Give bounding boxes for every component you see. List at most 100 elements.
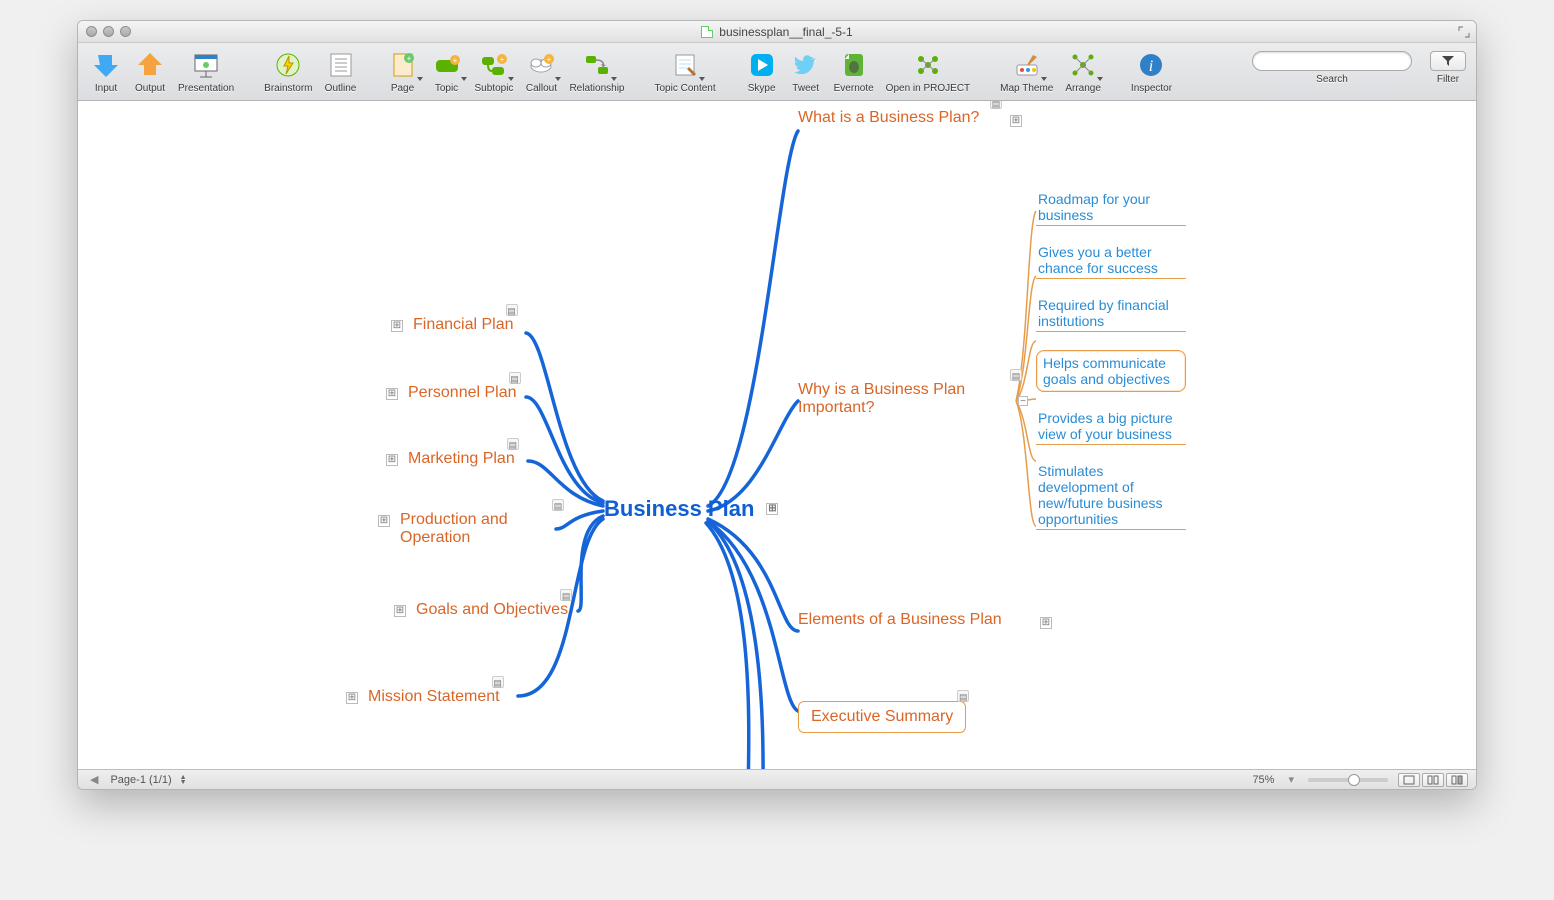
arrow-out-icon — [134, 49, 166, 81]
toolbar-page-button[interactable]: +Page — [383, 47, 423, 96]
expand-icon[interactable]: ⊞ — [1010, 115, 1022, 127]
evernote-icon — [838, 49, 870, 81]
bolt-icon — [272, 49, 304, 81]
toolbar-callout-label: Callout — [526, 83, 557, 94]
topic-node[interactable]: Marketing Plan▤⊞ — [408, 450, 515, 468]
toolbar-topic-button[interactable]: +Topic — [427, 47, 467, 96]
presentation-icon — [190, 49, 222, 81]
page-stepper[interactable]: ▲▼ — [180, 775, 187, 785]
topic-node[interactable]: Production and Operation▤⊞ — [400, 511, 560, 547]
note-badge-icon[interactable]: ▤ — [506, 304, 518, 316]
toolbar-outline-label: Outline — [325, 83, 357, 94]
expand-icon[interactable]: ⊞ — [766, 503, 778, 515]
view-mode-map-button[interactable] — [1398, 773, 1420, 787]
palette-icon — [1011, 49, 1043, 81]
toolbar-evernote-label: Evernote — [834, 83, 874, 94]
mindmap-connectors — [78, 101, 1476, 769]
expand-icon[interactable]: ⊞ — [386, 454, 398, 466]
prev-page-button[interactable]: ◀ — [86, 773, 102, 786]
minimize-window-button[interactable] — [103, 26, 114, 37]
toolbar-map-theme-button[interactable]: Map Theme — [996, 47, 1057, 96]
enter-fullscreen-button[interactable] — [1458, 25, 1470, 37]
view-mode-split-button[interactable] — [1422, 773, 1444, 787]
toolbar-outline-button[interactable]: Outline — [321, 47, 361, 96]
toolbar-inspector-label: Inspector — [1131, 83, 1172, 94]
search-input[interactable] — [1263, 55, 1405, 67]
filter-label: Filter — [1437, 74, 1459, 85]
note-badge-icon[interactable]: ▤ — [507, 438, 519, 450]
toolbar-inspector-button[interactable]: i Inspector — [1127, 47, 1176, 96]
toolbar-topic-content-button[interactable]: Topic Content — [650, 47, 719, 96]
note-badge-icon[interactable]: ▤ — [509, 372, 521, 384]
titlebar: businessplan__final_-5-1 — [78, 21, 1476, 43]
topic-node[interactable]: What is a Business Plan?▤⊞ — [798, 109, 998, 127]
topic-node[interactable]: Personnel Plan▤⊞ — [408, 384, 517, 402]
toolbar-input-button[interactable]: Input — [86, 47, 126, 96]
view-mode-outline-button[interactable] — [1446, 773, 1468, 787]
toolbar-arrange-button[interactable]: Arrange — [1061, 47, 1105, 96]
topic-node[interactable]: Executive Summary▤ — [798, 701, 966, 733]
info-icon: i — [1135, 49, 1167, 81]
zoom-slider[interactable] — [1308, 778, 1388, 782]
statusbar: ◀ Page-1 (1/1) ▲▼ 75% ▾ — [78, 769, 1476, 789]
app-window: businessplan__final_-5-1 InputOutputPres… — [77, 20, 1477, 790]
subtopic-node[interactable]: Helps communicate goals and objectives — [1036, 350, 1186, 392]
note-badge-icon[interactable]: ▤ — [492, 676, 504, 688]
note-badge-icon[interactable]: ▤ — [1010, 369, 1022, 381]
expand-icon[interactable]: ⊞ — [1040, 617, 1052, 629]
expand-icon[interactable]: ⊞ — [378, 515, 390, 527]
expand-icon[interactable]: ⊞ — [386, 388, 398, 400]
mindmap-canvas[interactable]: Business Plan ⊞ What is a Business Plan?… — [78, 101, 1476, 769]
toolbar-relationship-label: Relationship — [569, 83, 624, 94]
note-badge-icon[interactable]: ▤ — [990, 101, 1002, 109]
collapse-icon[interactable]: − — [1018, 396, 1028, 406]
note-badge-icon[interactable]: ▤ — [552, 499, 564, 511]
mindmap-central-topic[interactable]: Business Plan ⊞ — [604, 496, 754, 522]
toolbar-skype-button[interactable]: Skype — [742, 47, 782, 96]
subtopic-plus-icon: + — [478, 49, 510, 81]
topic-node[interactable]: Elements of a Business Plan⊞ — [798, 611, 1028, 629]
subtopic-node[interactable]: Stimulates development of new/future bus… — [1036, 463, 1186, 530]
subtopic-node[interactable]: Gives you a better chance for success — [1036, 244, 1186, 279]
toolbar-open-project-label: Open in PROJECT — [886, 83, 970, 94]
subtopic-node[interactable]: Roadmap for your business — [1036, 191, 1186, 226]
note-badge-icon[interactable]: ▤ — [560, 589, 572, 601]
toolbar-arrange-label: Arrange — [1065, 83, 1101, 94]
subtopic-node[interactable]: Provides a big picture view of your busi… — [1036, 410, 1186, 445]
topic-node[interactable]: Mission Statement▤⊞ — [368, 688, 500, 706]
toolbar-tweet-button[interactable]: Tweet — [786, 47, 826, 96]
toolbar-open-project-button[interactable]: Open in PROJECT — [882, 47, 974, 96]
page-indicator: Page-1 (1/1) — [110, 774, 171, 786]
topic-node[interactable]: Goals and Objectives▤⊞ — [416, 601, 568, 619]
svg-text:+: + — [547, 55, 552, 64]
toolbar-evernote-button[interactable]: Evernote — [830, 47, 878, 96]
toolbar-skype-label: Skype — [748, 83, 776, 94]
zoom-dropdown[interactable]: ▾ — [1284, 773, 1298, 786]
toolbar-brainstorm-button[interactable]: Brainstorm — [260, 47, 316, 96]
close-window-button[interactable] — [86, 26, 97, 37]
zoom-level: 75% — [1252, 774, 1274, 786]
topic-node[interactable]: Why is a Business Plan Important?▤ — [798, 381, 1018, 417]
toolbar-relationship-button[interactable]: Relationship — [565, 47, 628, 96]
note-badge-icon[interactable]: ▤ — [957, 690, 969, 702]
search-label: Search — [1316, 74, 1348, 85]
outline-icon — [325, 49, 357, 81]
arrange-icon — [1067, 49, 1099, 81]
document-icon — [701, 26, 713, 38]
zoom-window-button[interactable] — [120, 26, 131, 37]
filter-button[interactable] — [1430, 51, 1466, 71]
expand-icon[interactable]: ⊞ — [391, 320, 403, 332]
skype-icon — [746, 49, 778, 81]
note-icon — [669, 49, 701, 81]
toolbar-subtopic-label: Subtopic — [475, 83, 514, 94]
topic-node[interactable]: Financial Plan▤⊞ — [413, 316, 514, 334]
toolbar-output-button[interactable]: Output — [130, 47, 170, 96]
expand-icon[interactable]: ⊞ — [394, 605, 406, 617]
expand-icon[interactable]: ⊞ — [346, 692, 358, 704]
subtopic-node[interactable]: Required by financial institutions — [1036, 297, 1186, 332]
search-input-wrapper[interactable] — [1252, 51, 1412, 71]
toolbar-callout-button[interactable]: + Callout — [521, 47, 561, 96]
project-icon — [912, 49, 944, 81]
toolbar-presentation-button[interactable]: Presentation — [174, 47, 238, 96]
toolbar-subtopic-button[interactable]: + Subtopic — [471, 47, 518, 96]
